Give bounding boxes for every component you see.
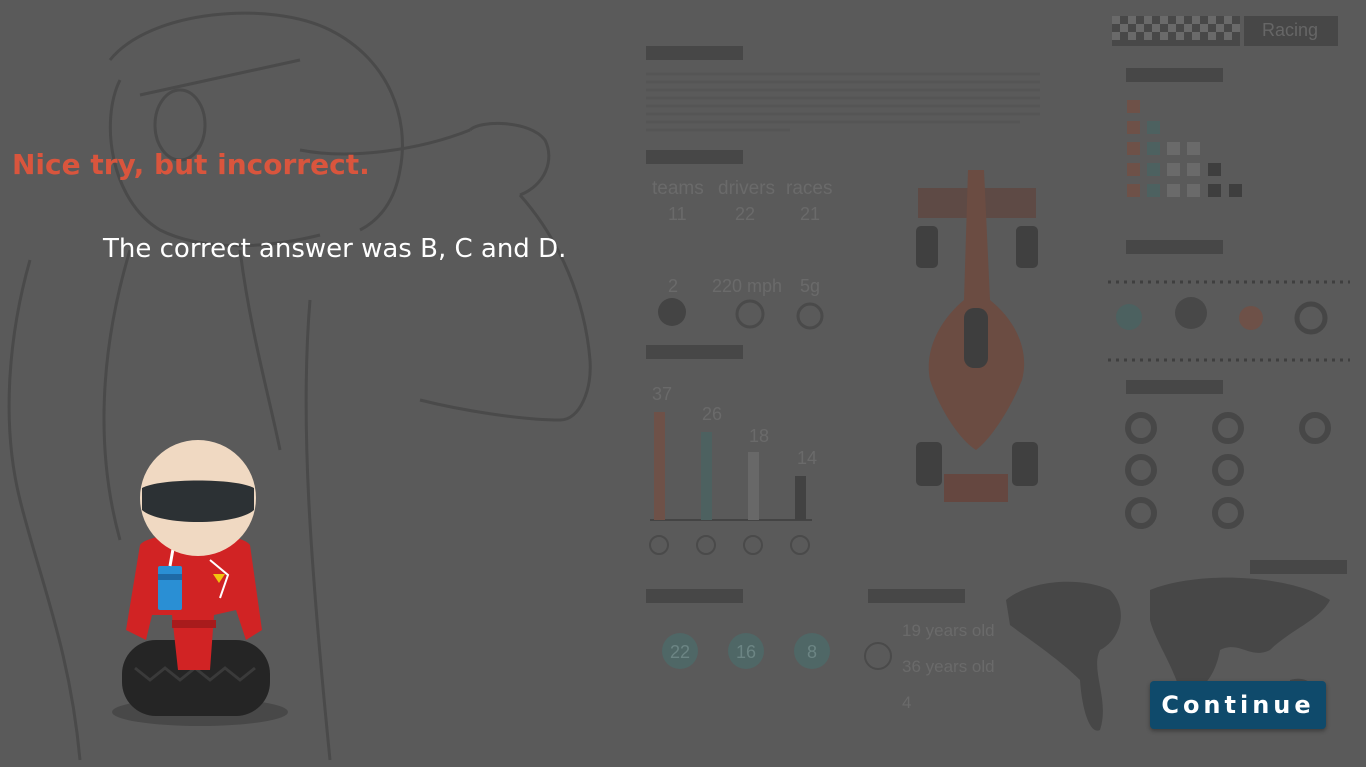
- bar-1: [654, 412, 665, 520]
- racing-label: Racing: [1262, 20, 1318, 40]
- qualifying-circles: 22 16 8: [662, 633, 830, 669]
- driver-lineart-illustration: [7, 11, 592, 761]
- quiz-feedback-slide: Racing teams drivers races 11 22 21 2 22…: [0, 0, 1366, 767]
- cartoon-driver-mascot: [112, 440, 288, 726]
- stats-by-numbers: teams drivers races 11 22 21 2 220 mph 5…: [652, 178, 832, 330]
- stat-drivers-label: drivers: [718, 178, 775, 199]
- bar-2: [701, 432, 712, 520]
- qualifying-3: 8: [807, 642, 817, 662]
- qualifying-2: 16: [736, 642, 756, 662]
- bar-3: [748, 452, 759, 520]
- dotted-separators: [1108, 280, 1350, 362]
- youngest-driver: 19 years old: [902, 621, 995, 640]
- continue-button[interactable]: Continue: [1150, 681, 1326, 729]
- continue-button-label: Continue: [1161, 691, 1315, 719]
- stat-drivers-value: 22: [735, 204, 755, 224]
- stat-speed-value: 220 mph: [712, 276, 782, 296]
- stat-gforce-value: 5g: [800, 276, 820, 296]
- stat-pitstop-value: 2: [668, 276, 678, 296]
- bar-4: [795, 476, 806, 520]
- tyre-circles: [1125, 412, 1331, 529]
- driver-ages: 19 years old 36 years old 4: [864, 621, 995, 712]
- qualifying-1: 22: [670, 642, 690, 662]
- bar-4-label: 14: [797, 448, 817, 468]
- icon-row: [1116, 297, 1328, 335]
- other-stat: 4: [902, 693, 911, 712]
- stat-teams-value: 11: [668, 204, 687, 224]
- feedback-title: Nice try, but incorrect.: [12, 148, 370, 181]
- intro-paragraph: [646, 72, 1040, 132]
- color-grid: [1127, 100, 1242, 197]
- race-car-illustration: [916, 170, 1038, 502]
- oldest-driver: 36 years old: [902, 657, 995, 676]
- bar-2-label: 26: [702, 404, 722, 424]
- bar-3-label: 18: [749, 426, 769, 446]
- bar-chart: 37 26 18 14: [649, 384, 817, 555]
- stat-races-label: races: [786, 178, 832, 199]
- stat-races-value: 21: [800, 204, 820, 224]
- bar-1-label: 37: [652, 384, 672, 404]
- racing-banner: Racing: [1112, 16, 1338, 46]
- racing-infographic-background: Racing teams drivers races 11 22 21 2 22…: [7, 11, 1350, 761]
- stat-teams-label: teams: [652, 178, 704, 199]
- feedback-message: The correct answer was B, C and D.: [103, 234, 567, 264]
